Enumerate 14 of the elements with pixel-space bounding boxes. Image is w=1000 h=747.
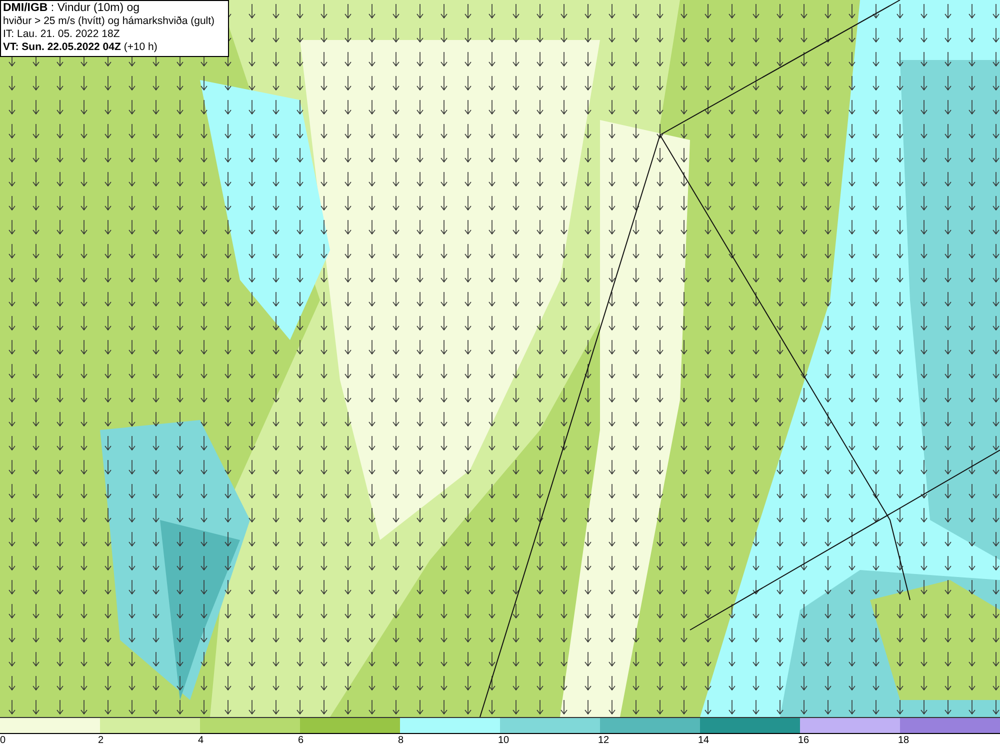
legend-label: 4 xyxy=(198,735,204,746)
title-text: DMI/IGB : Vindur (10m) og xyxy=(3,2,141,15)
legend-label: 0 xyxy=(0,735,6,746)
legend-label: 10 xyxy=(498,735,510,746)
legend-label: 16 xyxy=(798,735,810,746)
legend-label: 14 xyxy=(698,735,710,746)
legend-label: 12 xyxy=(598,735,610,746)
legend-label: 6 xyxy=(298,735,304,746)
title-text: VT: Sun. 22.05.2022 04Z (+10 h) xyxy=(3,41,158,54)
title-text: IT: Lau. 21. 05. 2022 18Z xyxy=(3,28,121,41)
legend-label: 18 xyxy=(898,735,910,746)
legend-label: 8 xyxy=(398,735,404,746)
title-text: hviður > 25 m/s (hvítt) og hámarkshviða (gult) xyxy=(3,15,216,28)
legend-label: 2 xyxy=(98,735,104,746)
